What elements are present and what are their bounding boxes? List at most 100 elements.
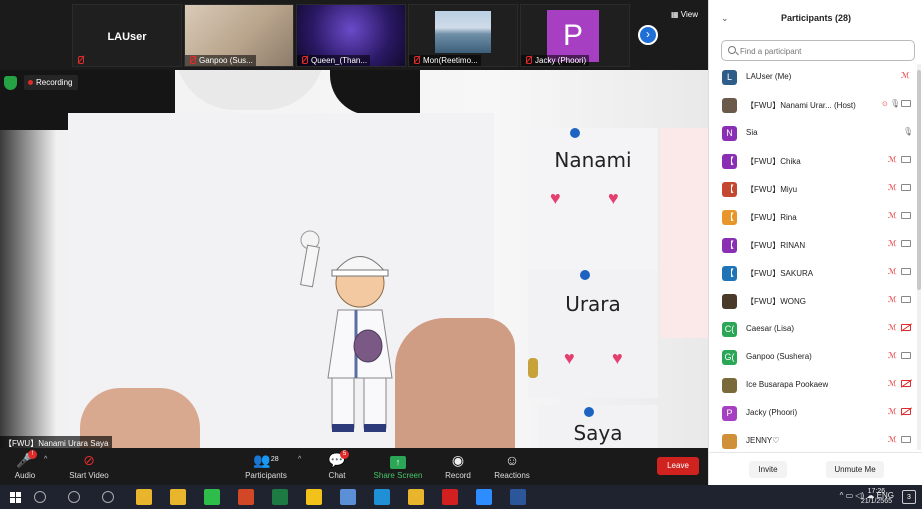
search-icon[interactable]	[34, 491, 46, 503]
participant-search-input[interactable]	[740, 44, 910, 58]
participant-status-icons	[888, 407, 911, 416]
chat-label: Chat	[328, 471, 346, 480]
leave-button[interactable]: Leave	[657, 457, 699, 475]
participant-row[interactable]: 【【FWU】Chika	[709, 148, 922, 176]
scrollbar-thumb[interactable]	[917, 70, 921, 290]
camera-icon	[901, 268, 911, 275]
camera-icon	[901, 436, 911, 443]
mic-muted-icon	[888, 407, 898, 416]
chat-button[interactable]: 💬 Chat 5	[320, 450, 354, 480]
edge-icon[interactable]	[374, 489, 390, 505]
camera-off-icon	[901, 324, 911, 331]
thumbnail-queen[interactable]: Queen_(Than...	[296, 4, 406, 67]
record-button[interactable]: ◉ Record	[440, 450, 476, 480]
camera-icon	[901, 352, 911, 359]
mic-muted-icon	[888, 351, 898, 360]
participants-button[interactable]: 👥28 Participants	[236, 450, 296, 480]
participant-row[interactable]: 【【FWU】Miyu	[709, 176, 922, 204]
unmute-me-button[interactable]: Unmute Me	[826, 461, 884, 478]
participant-name: Jacky (Phoori)	[746, 408, 798, 417]
participants-panel-title: Participants (28)	[780, 13, 852, 23]
camera-icon	[901, 240, 911, 247]
thumbnail-jacky[interactable]: P Jacky (Phoori)	[520, 4, 630, 67]
chat-unread-badge: 5	[340, 450, 349, 459]
participant-row[interactable]: G(Ganpoo (Sushera)	[709, 344, 922, 372]
participant-name: 【FWU】RINAN	[746, 241, 806, 250]
reactions-button[interactable]: ☺ Reactions	[490, 450, 534, 480]
zoom-icon[interactable]	[476, 489, 492, 505]
widgets-icon[interactable]	[102, 491, 114, 503]
participants-panel-header: ⌄ Participants (28)	[709, 0, 922, 36]
notepad-icon[interactable]	[340, 489, 356, 505]
share-screen-button[interactable]: ↑ Share Screen	[370, 450, 426, 480]
view-button[interactable]: View	[671, 10, 698, 19]
participant-search-box[interactable]	[721, 40, 915, 61]
camera-icon	[901, 212, 911, 219]
participant-row[interactable]: L LAUser (Me)	[709, 64, 922, 92]
excel-icon[interactable]	[272, 489, 288, 505]
participant-row[interactable]: 【【FWU】SAKURA	[709, 260, 922, 288]
task-view-icon[interactable]	[68, 491, 80, 503]
participant-status-icons	[888, 155, 911, 164]
participant-row[interactable]: C(Caesar (Lisa)	[709, 316, 922, 344]
word-icon[interactable]	[510, 489, 526, 505]
participant-status-icons	[888, 435, 911, 444]
thumbnail-mon[interactable]: Mon(Reetimo...	[408, 4, 518, 67]
participant-avatar: 【	[722, 266, 737, 281]
participant-status-icons	[888, 379, 911, 388]
start-video-label: Start Video	[69, 471, 109, 480]
participants-options-chevron-icon[interactable]: ^	[298, 456, 301, 463]
start-video-button[interactable]: ⊘ Start Video	[64, 450, 114, 480]
mic-muted-icon	[888, 155, 898, 164]
participant-row[interactable]: P Jacky (Phoori)	[709, 400, 922, 428]
audio-button[interactable]: 🎤 Audio !	[10, 450, 40, 480]
acrobat-icon[interactable]	[442, 489, 458, 505]
participant-name: 【FWU】Nanami Urar... (Host)	[746, 101, 856, 110]
mic-muted-icon	[412, 56, 420, 64]
participant-row[interactable]: N Sia 🎙	[709, 120, 922, 148]
participant-avatar: 【	[722, 154, 737, 169]
participant-row[interactable]: 【FWU】Nanami Urar... (Host) ⊙ 🎙	[709, 92, 922, 120]
mic-muted-icon	[888, 323, 898, 332]
sticky-notes-icon[interactable]	[306, 489, 322, 505]
line-icon[interactable]	[204, 489, 220, 505]
chrome-icon[interactable]	[136, 489, 152, 505]
reactions-label: Reactions	[494, 471, 530, 480]
participants-label: Participants	[245, 471, 287, 480]
mic-muted-icon	[888, 211, 898, 220]
participant-avatar: 【	[722, 210, 737, 225]
mic-muted-icon	[888, 435, 898, 444]
wall-card-name: Urara	[565, 292, 621, 316]
thumbnail-lauser[interactable]: LAUser	[72, 4, 182, 67]
windows-start-icon[interactable]	[8, 489, 24, 505]
file-explorer-icon[interactable]	[170, 489, 186, 505]
participant-status-icons: ⊙ 🎙	[882, 99, 911, 108]
share-screen-icon: ↑	[370, 450, 426, 470]
notification-center-icon[interactable]: 3	[902, 490, 916, 504]
participant-row[interactable]: JENNY♡	[709, 428, 922, 450]
next-page-arrow-icon[interactable]: ›	[638, 25, 658, 45]
participant-name: 【FWU】Chika	[746, 157, 801, 166]
invite-button[interactable]: Invite	[749, 461, 787, 478]
participant-row[interactable]: 【【FWU】Rina	[709, 204, 922, 232]
participant-row[interactable]: 【FWU】WONG	[709, 288, 922, 316]
clock[interactable]: 17:26 21/1/2565	[861, 487, 892, 507]
recording-indicator[interactable]: Recording	[24, 75, 79, 90]
heart-icon: ♥	[550, 188, 561, 208]
mic-muted-icon	[524, 56, 532, 64]
heart-icon: ♥	[564, 348, 575, 368]
video-hair-region	[330, 70, 420, 115]
wall-card-nanami: Nanami ♥ ♥	[528, 128, 658, 273]
mic-muted-icon	[888, 267, 898, 276]
lake-background-image	[435, 11, 491, 53]
participant-row[interactable]: Ice Busarapa Pookaew	[709, 372, 922, 400]
chrome-icon[interactable]	[408, 489, 424, 505]
camera-icon	[901, 296, 911, 303]
thumbnail-ganpoo[interactable]: Ganpoo (Sus...	[184, 4, 294, 67]
participant-row[interactable]: 【【FWU】RINAN	[709, 232, 922, 260]
pushpin-icon	[580, 270, 590, 280]
shield-icon[interactable]	[4, 76, 17, 90]
powerpoint-icon[interactable]	[238, 489, 254, 505]
participant-name: JENNY♡	[746, 436, 780, 445]
audio-options-chevron-icon[interactable]: ^	[44, 456, 47, 463]
